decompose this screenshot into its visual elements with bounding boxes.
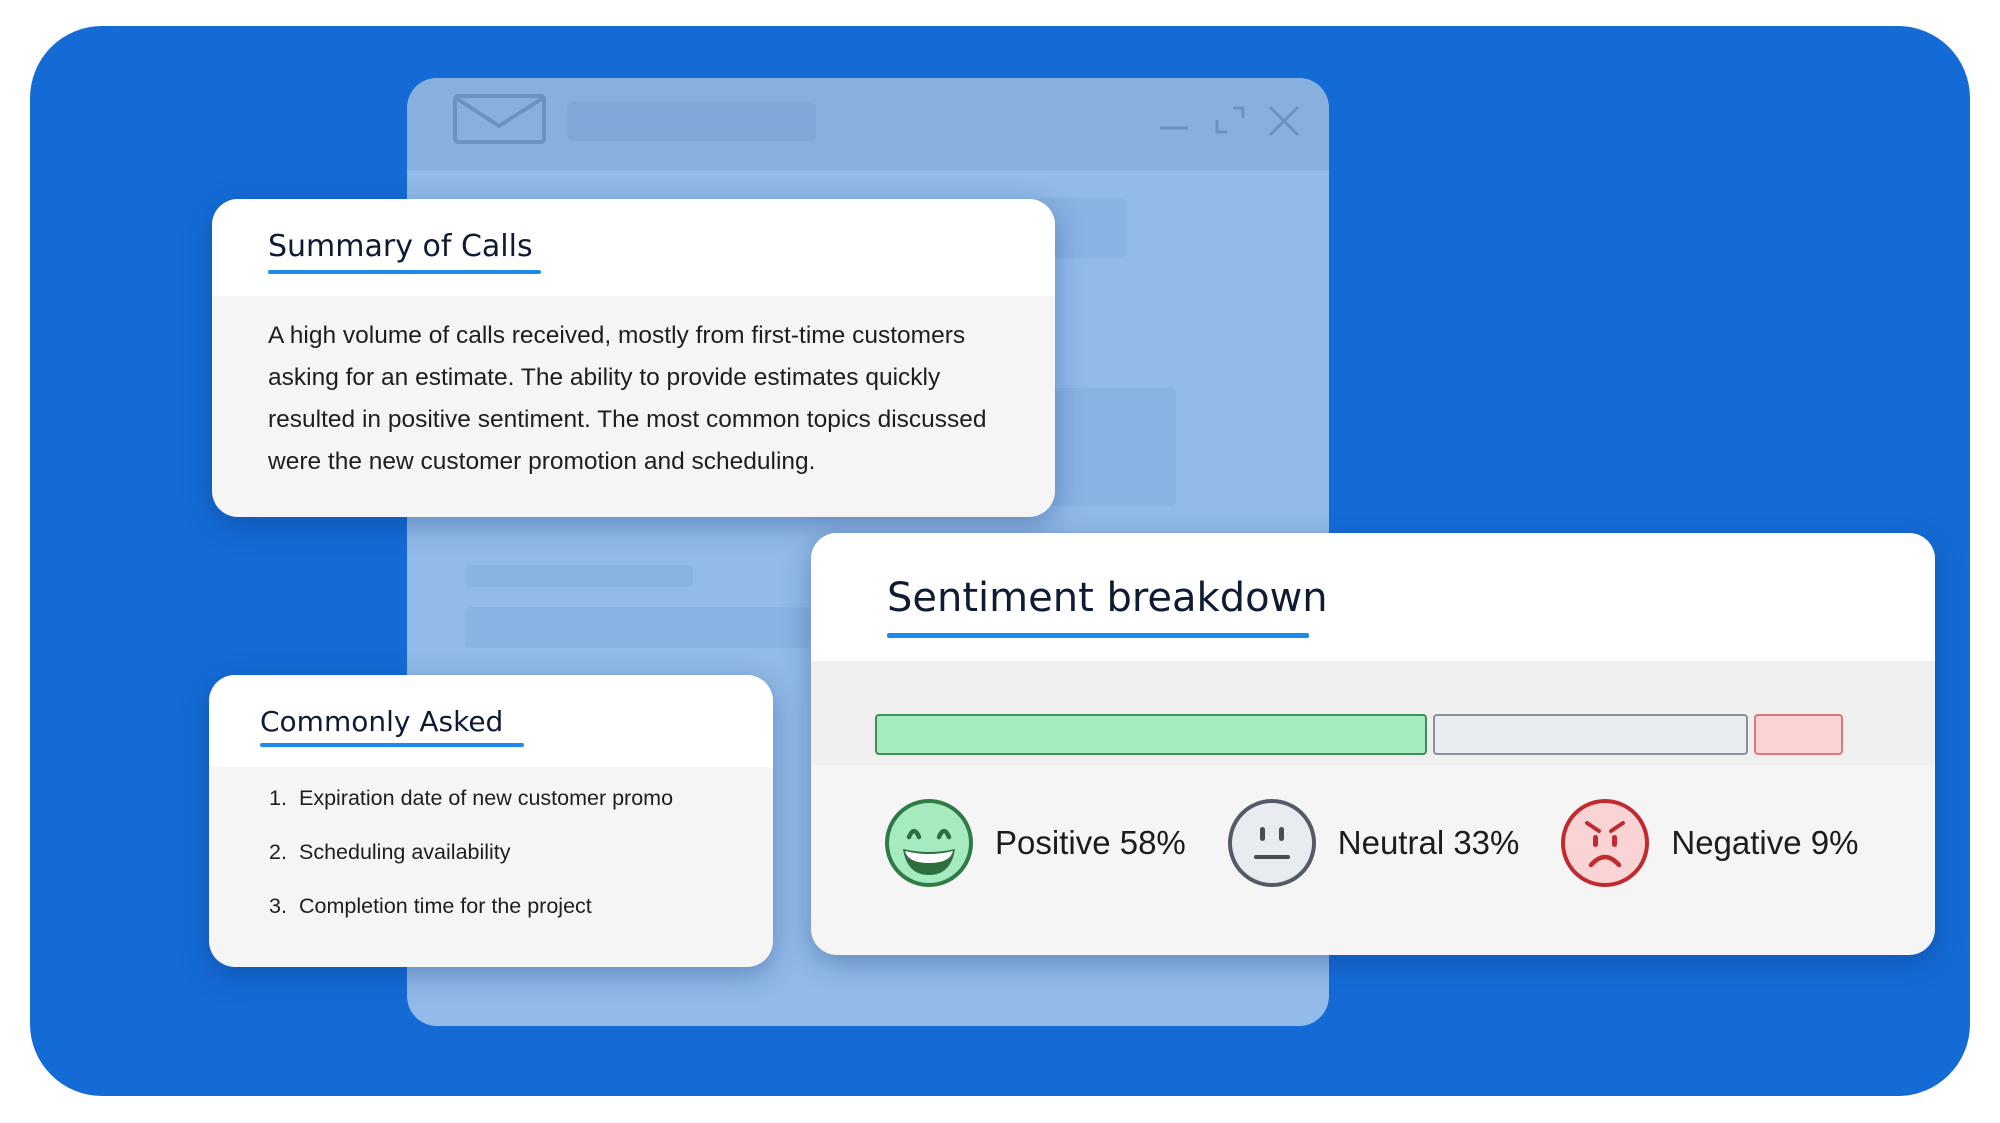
- list-item: 1. Expiration date of new customer promo: [269, 782, 673, 836]
- window-title-placeholder: [567, 102, 816, 141]
- commonly-asked-card: Commonly Asked 1. Expiration date of new…: [209, 675, 773, 967]
- legend-label-negative: Negative 9%: [1671, 824, 1859, 861]
- window-titlebar: [407, 78, 1329, 170]
- list-item: 3. Completion time for the project: [269, 890, 673, 944]
- grinning-face-icon: [885, 799, 973, 887]
- close-icon[interactable]: [1267, 104, 1301, 138]
- list-item: 2. Scheduling availability: [269, 836, 673, 890]
- legend-label-neutral: Neutral 33%: [1337, 824, 1520, 861]
- maximize-icon[interactable]: [1213, 104, 1247, 138]
- legend-item-negative: Negative 9%: [1559, 797, 1858, 889]
- title-underline: [268, 270, 541, 274]
- legend-item-positive: Positive 58%: [883, 797, 1186, 889]
- sentiment-bar: [875, 714, 1843, 755]
- list-item-text: Expiration date of new customer promo: [298, 786, 674, 810]
- list-number: 1.: [269, 786, 287, 810]
- summary-text: A high volume of calls received, mostly …: [268, 322, 987, 475]
- bar-segment-positive: [875, 714, 1427, 755]
- title-underline: [260, 743, 524, 747]
- legend-item-neutral: Neutral 33%: [1226, 797, 1520, 889]
- commonly-asked-list: 1. Expiration date of new customer promo…: [269, 782, 673, 944]
- summary-card: Summary of Calls A high volume of calls …: [212, 199, 1055, 517]
- list-number: 3.: [269, 894, 287, 918]
- content-placeholder: [1040, 388, 1176, 506]
- list-item-text: Scheduling availability: [298, 840, 511, 864]
- summary-header: Summary of Calls: [212, 199, 1055, 296]
- commonly-asked-header: Commonly Asked: [209, 675, 773, 767]
- angry-face-icon: [1561, 799, 1650, 887]
- legend-label-positive: Positive 58%: [995, 824, 1186, 861]
- neutral-face-icon: [1227, 799, 1316, 887]
- sentiment-header: Sentiment breakdown: [811, 533, 1935, 661]
- content-placeholder: [465, 565, 693, 587]
- envelope-icon: [453, 94, 546, 144]
- commonly-asked-title: Commonly Asked: [260, 705, 504, 738]
- title-underline: [887, 633, 1309, 638]
- minimize-icon[interactable]: [1157, 104, 1191, 138]
- sentiment-legend: Positive 58% Neutral 33% Negative 9%: [883, 797, 1898, 889]
- content-placeholder: [465, 607, 810, 648]
- summary-title: Summary of Calls: [268, 229, 533, 264]
- bar-segment-neutral: [1432, 714, 1749, 755]
- list-number: 2.: [269, 840, 287, 864]
- sentiment-card: Sentiment breakdown Positive 58% Neutral…: [811, 533, 1935, 955]
- sentiment-title: Sentiment breakdown: [887, 575, 1328, 621]
- list-item-text: Completion time for the project: [298, 894, 592, 918]
- bar-segment-negative: [1754, 714, 1843, 755]
